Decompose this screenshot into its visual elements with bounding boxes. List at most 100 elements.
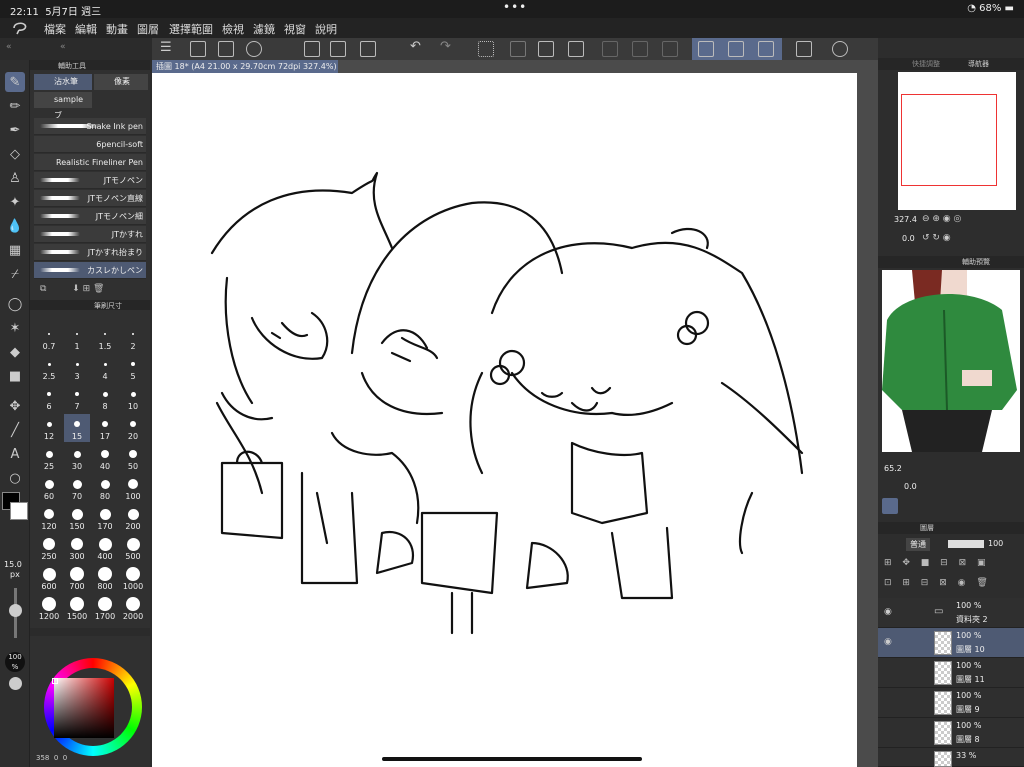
app-logo-icon[interactable] <box>12 21 28 35</box>
brush-item[interactable]: JTかすれ抬まり <box>34 244 146 261</box>
brush-item[interactable]: JTモノペン直線 <box>34 190 146 207</box>
brush-size-option[interactable]: 20 <box>120 414 146 442</box>
document-tab[interactable]: 插圖 18* (A4 21.00 x 29.70cm 72dpi 327.4%) <box>152 60 338 73</box>
layer-row-folder[interactable]: ◉ ▭ 100 % 資料夾 2 <box>878 598 1024 628</box>
brush-item[interactable]: JTかすれ <box>34 226 146 243</box>
brush-size-option[interactable]: 1700 <box>92 594 118 622</box>
sv-cursor[interactable] <box>52 678 58 684</box>
menu-icon[interactable]: ☰ <box>160 40 176 56</box>
gradient-tool-icon[interactable]: ■ <box>5 366 25 386</box>
navigator-viewport[interactable] <box>901 94 997 186</box>
layer-row[interactable]: 100 % 圖層 9 <box>878 688 1024 718</box>
tab-navigator[interactable]: 導航器 <box>968 59 989 69</box>
multitask-dots[interactable]: ••• <box>503 0 527 14</box>
help-icon[interactable] <box>832 41 848 57</box>
brush-size-option[interactable]: 120 <box>36 504 62 532</box>
menu-help[interactable]: 說明 <box>315 21 337 37</box>
layer-row[interactable]: 100 % 圖層 11 <box>878 658 1024 688</box>
redo-icon[interactable]: ↷ <box>440 39 456 55</box>
fill-tool-icon[interactable]: 💧 <box>5 216 25 236</box>
brush-size-option[interactable]: 70 <box>64 474 90 502</box>
brush-size-option[interactable]: 250 <box>36 534 62 562</box>
fill-icon[interactable] <box>538 41 554 57</box>
open-icon[interactable] <box>330 41 346 57</box>
eyedropper-tool-icon[interactable]: ⌿ <box>5 264 25 284</box>
home-indicator[interactable] <box>382 757 642 761</box>
deselect-icon[interactable] <box>602 41 618 57</box>
layer-opacity-slider[interactable] <box>948 540 984 548</box>
brush-size-option[interactable]: 1.5 <box>92 324 118 352</box>
menu-edit[interactable]: 編輯 <box>75 21 97 37</box>
saturation-value-square[interactable] <box>54 678 114 738</box>
brush-size-option[interactable]: 2000 <box>120 594 146 622</box>
brush-size-option[interactable]: 2 <box>120 324 146 352</box>
layer-opacity[interactable]: 100 <box>988 539 1003 548</box>
reference-image[interactable] <box>882 270 1020 452</box>
loading-icon[interactable] <box>478 41 494 57</box>
brush-size-option[interactable]: 1500 <box>64 594 90 622</box>
sparkle-tool-icon[interactable]: ✦ <box>5 192 25 212</box>
blend-tool-icon[interactable]: ♙ <box>5 168 25 188</box>
bucket-tool-icon[interactable]: ◆ <box>5 342 25 362</box>
collapse-mid-icon[interactable]: « <box>60 42 66 52</box>
subtool-actions[interactable]: ⧉ ⬇ ⊞ 🗑 <box>40 284 104 294</box>
brush-size-option[interactable]: 7 <box>64 384 90 412</box>
brush-size-option[interactable]: 2.5 <box>36 354 62 382</box>
menu-file[interactable]: 檔案 <box>44 21 66 37</box>
navigator-thumbnail[interactable] <box>898 72 1016 210</box>
tab-sample[interactable]: sample ブ <box>34 92 92 120</box>
brush-size-option[interactable]: 6 <box>36 384 62 412</box>
invert-icon[interactable] <box>632 41 648 57</box>
undo-icon[interactable]: ↶ <box>410 39 426 55</box>
ruler-snap-icon[interactable] <box>698 41 714 57</box>
opacity-slider-thumb[interactable] <box>9 677 22 690</box>
brush-size-option[interactable]: 8 <box>92 384 118 412</box>
balloon-tool-icon[interactable]: ○ <box>5 468 25 488</box>
layer-row[interactable]: 100 % 圖層 8 <box>878 718 1024 748</box>
brush-item[interactable]: Snake Ink pen <box>34 118 146 135</box>
menu-animation[interactable]: 動畫 <box>106 21 128 37</box>
brush-size-option[interactable]: 170 <box>92 504 118 532</box>
layer-toolbar-2[interactable]: ⊡ ⊞ ⊟ ⊠ ◉ 🗑 <box>884 578 992 588</box>
brush-size-option[interactable]: 25 <box>36 444 62 472</box>
menu-window[interactable]: 視窗 <box>284 21 306 37</box>
special-ruler-snap-icon[interactable] <box>728 41 744 57</box>
auto-select-tool-icon[interactable]: ✶ <box>5 318 25 338</box>
brush-size-option[interactable]: 300 <box>64 534 90 562</box>
brush-size-option[interactable]: 12 <box>36 414 62 442</box>
brush-size-option[interactable]: 0.7 <box>36 324 62 352</box>
brush-item[interactable]: JTモノペン <box>34 172 146 189</box>
brush-size-option[interactable]: 10 <box>120 384 146 412</box>
brush-size-option[interactable]: 700 <box>64 564 90 592</box>
selection-icon[interactable] <box>662 41 678 57</box>
brush-size-option[interactable]: 60 <box>36 474 62 502</box>
brush-size-option[interactable]: 1200 <box>36 594 62 622</box>
menu-selection[interactable]: 選擇範圍 <box>169 21 213 37</box>
brush-size-option[interactable]: 150 <box>64 504 90 532</box>
device-icon[interactable] <box>796 41 812 57</box>
menu-layer[interactable]: 圖層 <box>137 21 159 37</box>
brush-size-option[interactable]: 200 <box>120 504 146 532</box>
brush-size-option[interactable]: 100 <box>120 474 146 502</box>
pencil-tool-icon[interactable]: ✏ <box>5 96 25 116</box>
layer-row[interactable]: 33 % <box>878 748 1024 767</box>
text-tool-icon[interactable]: A <box>5 444 25 464</box>
brush-item[interactable]: JTモノペン細 <box>34 208 146 225</box>
menu-view[interactable]: 檢視 <box>222 21 244 37</box>
canvas-paper[interactable] <box>152 73 857 767</box>
pen-tool-icon[interactable]: ✎ <box>5 72 25 92</box>
crop-icon[interactable] <box>568 41 584 57</box>
tab-pen[interactable]: 沾水筆 <box>34 74 92 90</box>
layer-toolbar[interactable]: ⊞ ✥ ■ ⊟ ⊠ ▣ <box>884 558 989 568</box>
navigator-controls[interactable]: ⊖ ⊕ ◉ ◎ <box>922 214 961 224</box>
brush-size-option[interactable]: 15 <box>64 414 90 442</box>
brush-item-selected[interactable]: カスレかしペン <box>34 262 146 279</box>
line-tool-icon[interactable]: ╱ <box>5 420 25 440</box>
brush-item[interactable]: Realistic Fineliner Pen <box>34 154 146 171</box>
brush-size-option[interactable]: 1 <box>64 324 90 352</box>
brush-size-option[interactable]: 1000 <box>120 564 146 592</box>
size-slider-thumb[interactable] <box>9 604 22 617</box>
lasso-tool-icon[interactable]: ◯ <box>5 294 25 314</box>
brush-size-option[interactable]: 30 <box>64 444 90 472</box>
collapse-left-icon[interactable]: « <box>6 42 12 52</box>
